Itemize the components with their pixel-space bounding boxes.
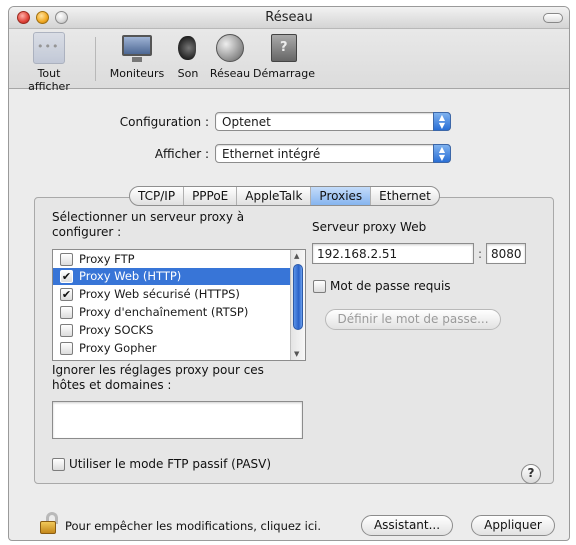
configuration-popup[interactable]: Optenet ▲ ▼ [215,112,451,131]
list-item-label: Proxy SOCKS [79,323,154,337]
select-proxy-label: Sélectionner un serveur proxy à configur… [52,210,245,239]
assistant-button[interactable]: Assistant... [361,515,453,536]
tab-ethernet[interactable]: Ethernet [371,187,439,205]
toolbar-item-label: Son [177,67,199,80]
checkbox-icon[interactable] [60,324,73,337]
toolbar-item-startup[interactable]: Démarrage [253,32,315,80]
tab-tcpip[interactable]: TCP/IP [130,187,185,205]
list-item-label: Proxy d'enchaînement (RTSP) [79,305,249,319]
bypass-hosts-field[interactable] [52,401,303,439]
port-separator: : [478,247,483,261]
show-label: Afficher : [154,147,209,161]
checkbox-icon[interactable] [60,342,73,355]
bypass-proxy-label: Ignorer les réglages proxy pour ces hôte… [52,363,264,392]
toolbar-item-label: Moniteurs [109,67,165,80]
toolbar-toggle-button[interactable] [543,13,563,23]
lock-instructions: Pour empêcher les modifications, cliquez… [65,519,321,533]
toolbar-item-network[interactable]: Réseau [209,32,251,80]
toolbar-separator [95,37,96,81]
configuration-label: Configuration : [119,115,209,129]
list-item-proxy-rtsp[interactable]: Proxy d'enchaînement (RTSP) [53,304,291,321]
show-popup[interactable]: Ethernet intégré ▲ ▼ [215,144,451,163]
startup-disk-icon [268,32,300,64]
passive-ftp-checkbox[interactable] [52,458,65,471]
list-item-label: Proxy Web (HTTP) [79,269,182,283]
popup-arrows-icon: ▲ ▼ [433,112,451,131]
web-proxy-server-label: Serveur proxy Web [312,220,427,234]
checkbox-icon[interactable] [60,253,73,266]
scroll-thumb[interactable] [293,264,303,330]
toolbar-item-sound[interactable]: Son [170,32,206,80]
proxy-port-field[interactable]: 8080 [486,243,526,264]
checkbox-icon[interactable]: ✔ [60,288,73,301]
toolbar-item-show-all[interactable]: Tout afficher [15,32,83,93]
set-password-button[interactable]: Définir le mot de passe... [325,309,501,330]
proxy-server-field[interactable]: 192.168.2.51 [312,243,474,264]
scroll-up-arrow-icon[interactable]: ▲ [294,252,299,260]
toolbar-item-label: Réseau [209,67,251,80]
popup-arrows-icon: ▲ ▼ [433,144,451,163]
grid-icon [33,32,65,64]
checkbox-icon[interactable]: ✔ [60,270,73,283]
preferences-toolbar: Tout afficher Moniteurs Son Réseau Démar… [9,29,569,93]
help-button[interactable]: ? [521,464,541,484]
title-bar: Réseau [9,7,569,29]
list-item-label: Proxy Web sécurisé (HTTPS) [79,287,240,301]
apply-button[interactable]: Appliquer [471,515,555,536]
network-preferences-window: Réseau Tout afficher Moniteurs Son Résea… [8,6,570,541]
passive-ftp-label: Utiliser le mode FTP passif (PASV) [69,457,272,471]
scroll-down-arrow-icon[interactable]: ▼ [294,350,299,358]
list-item-proxy-web[interactable]: ✔ Proxy Web (HTTP) [53,268,291,285]
toolbar-item-label: Démarrage [253,67,316,80]
tab-proxies[interactable]: Proxies [311,187,372,205]
tab-pppoe[interactable]: PPPoE [184,187,238,205]
monitor-icon [120,32,154,64]
tab-appletalk[interactable]: AppleTalk [237,187,312,205]
speaker-icon [172,32,204,64]
list-item-proxy-https[interactable]: ✔ Proxy Web sécurisé (HTTPS) [53,286,291,303]
show-value: Ethernet intégré [222,147,321,161]
password-required-label: Mot de passe requis [330,279,451,293]
checkbox-icon[interactable] [60,306,73,319]
list-item-proxy-socks[interactable]: Proxy SOCKS [53,322,291,339]
toolbar-item-monitors[interactable]: Moniteurs [105,32,169,80]
proxy-list[interactable]: Proxy FTP ✔ Proxy Web (HTTP) ✔ Proxy Web… [52,249,306,361]
lock-icon[interactable] [40,512,58,534]
list-item-proxy-gopher[interactable]: Proxy Gopher [53,340,291,357]
tab-bar: TCP/IP PPPoE AppleTalk Proxies Ethernet [129,186,440,206]
list-item-proxy-ftp[interactable]: Proxy FTP [53,251,291,268]
list-item-label: Proxy FTP [79,252,135,266]
network-globe-icon [214,32,246,64]
toolbar-item-label: Tout afficher [28,67,70,93]
list-item-label: Proxy Gopher [79,341,157,355]
configuration-value: Optenet [222,115,271,129]
window-title: Réseau [265,10,313,25]
list-scrollbar[interactable]: ▲ ▼ [290,250,305,360]
password-required-checkbox[interactable] [313,280,326,293]
